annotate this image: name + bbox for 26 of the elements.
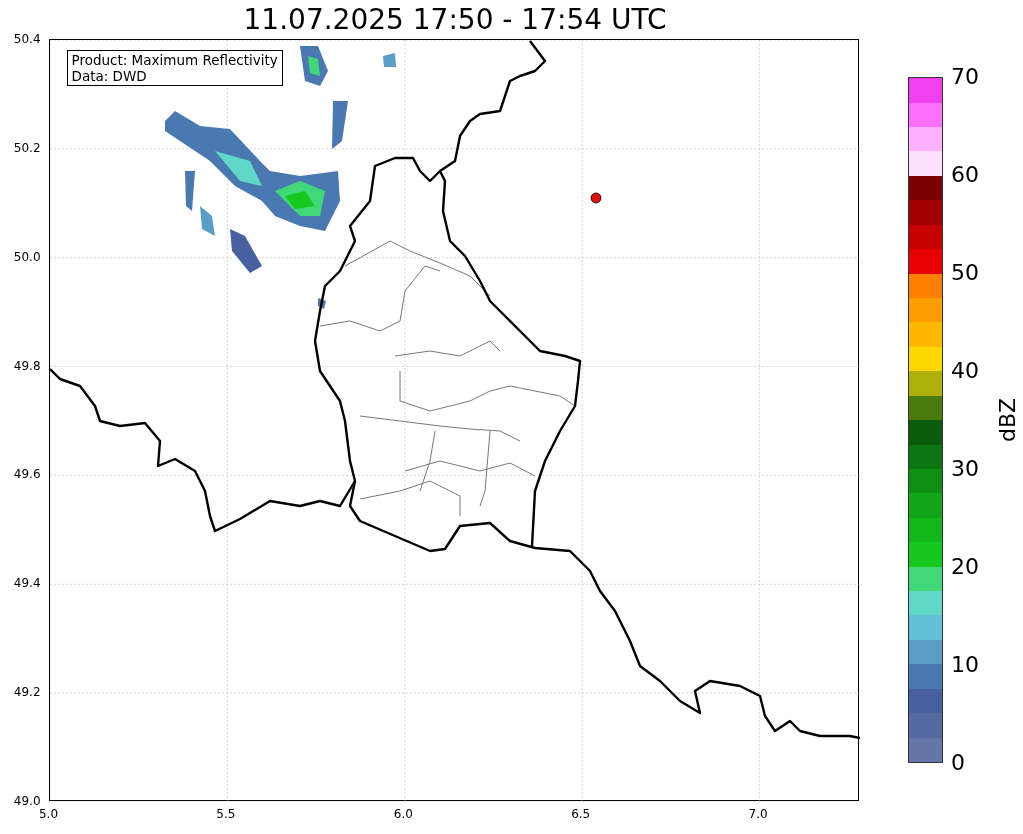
annotation-text: Product: Maximum Reflectivity	[71, 52, 278, 68]
y-tick-label: 49.8	[13, 358, 41, 373]
x-tick-label: 5.0	[37, 807, 60, 821]
annotation-text: Data: DWD	[71, 68, 148, 84]
colorbar-tick-label: 30	[951, 457, 979, 481]
x-tick-label: 6.5	[570, 807, 592, 821]
colorbar-tick-label: 50	[951, 261, 979, 285]
y-tick-label: 49.6	[13, 467, 41, 482]
x-tick-label: 7.0	[747, 807, 769, 821]
colorbar-tick-label: 20	[951, 555, 979, 579]
colorbar-tick-label: 60	[951, 163, 979, 187]
y-tick-label: 49.4	[13, 576, 41, 591]
colorbar-tick-label: 70	[951, 65, 979, 89]
location-marker	[590, 192, 601, 204]
colorbar-label: dBZ	[996, 397, 1020, 443]
colorbar-tick-label: 0	[951, 751, 965, 775]
chart-title: 11.07.2025 17:50 - 17:54 UTC	[242, 2, 668, 38]
colorbar-tick-label: 40	[951, 359, 979, 383]
x-tick-label: 5.5	[215, 807, 237, 821]
y-tick-label: 49.0	[13, 794, 41, 808]
x-tick-label: 6.0	[392, 807, 414, 821]
y-tick-label: 50.2	[13, 140, 41, 155]
y-tick-label: 50.0	[13, 249, 41, 264]
colorbar-tick-label: 10	[951, 653, 979, 677]
y-tick-label: 50.4	[13, 32, 41, 46]
y-tick-label: 49.2	[13, 685, 41, 700]
